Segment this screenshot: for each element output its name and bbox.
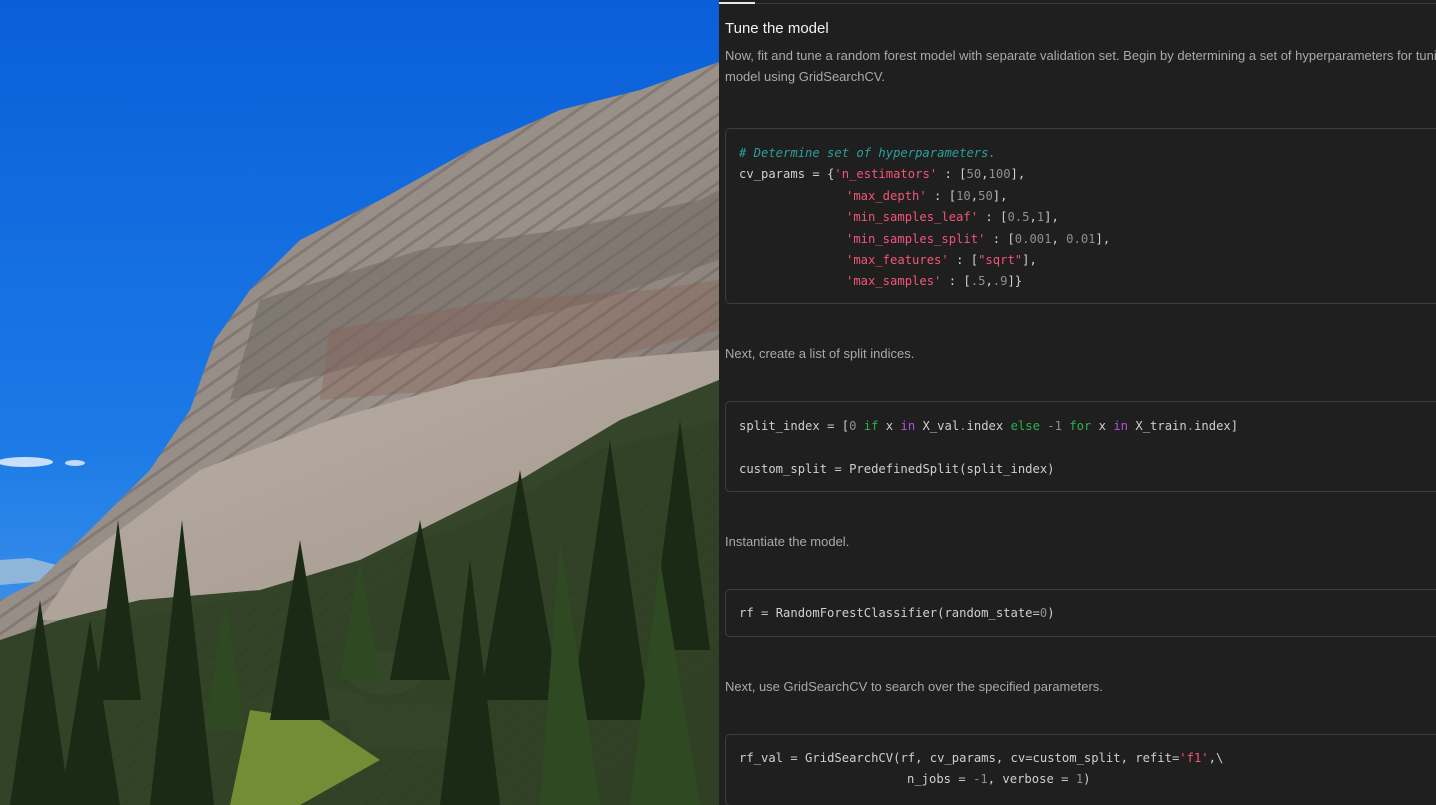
code-line: 'max_features' : ["sqrt"],: [846, 253, 1037, 267]
divider: [719, 3, 1436, 4]
code-line: custom_split = PredefinedSplit(split_ind…: [739, 461, 1055, 476]
code-line: 'min_samples_leaf' : [0.5,1],: [846, 210, 1059, 225]
code-line: rf_val = GridSearchCV(rf, cv_params, cv=…: [739, 751, 1224, 765]
code-cell-model[interactable]: rf = RandomForestClassifier(random_state…: [725, 589, 1436, 637]
code-line: split_index = [0 if x in X_val.index els…: [739, 419, 1239, 433]
text-split-indices: Next, create a list of split indices.: [725, 346, 915, 361]
intro-text-line1: Now, fit and tune a random forest model …: [725, 48, 1436, 63]
text-gridsearch: Next, use GridSearchCV to search over th…: [725, 679, 1103, 694]
code-line: # Determine set of hyperparameters.: [739, 146, 996, 160]
intro-text-line2: model using GridSearchCV.: [725, 69, 885, 84]
code-line: rf = RandomForestClassifier(random_state…: [739, 606, 1055, 620]
code-cell-split[interactable]: split_index = [0 if x in X_val.index els…: [725, 401, 1436, 492]
code-line: 'max_samples' : [.5,.9]}: [846, 274, 1023, 289]
code-line: 'min_samples_split' : [0.001, 0.01],: [846, 231, 1111, 246]
active-tab-indicator: [719, 2, 755, 4]
notebook-pane: Tune the model Now, fit and tune a rando…: [719, 0, 1436, 805]
section-heading: Tune the model: [725, 20, 829, 37]
text-instantiate: Instantiate the model.: [725, 534, 850, 549]
code-line: cv_params = {'n_estimators' : [50,100],: [739, 167, 1026, 182]
code-cell-gridsearch[interactable]: rf_val = GridSearchCV(rf, cv_params, cv=…: [725, 734, 1436, 805]
mountain-photo: [0, 0, 719, 805]
code-line: 'max_depth' : [10,50],: [846, 188, 1008, 203]
code-line: n_jobs = -1, verbose = 1): [907, 772, 1091, 787]
code-cell-hyperparameters[interactable]: # Determine set of hyperparameters. cv_p…: [725, 128, 1436, 304]
